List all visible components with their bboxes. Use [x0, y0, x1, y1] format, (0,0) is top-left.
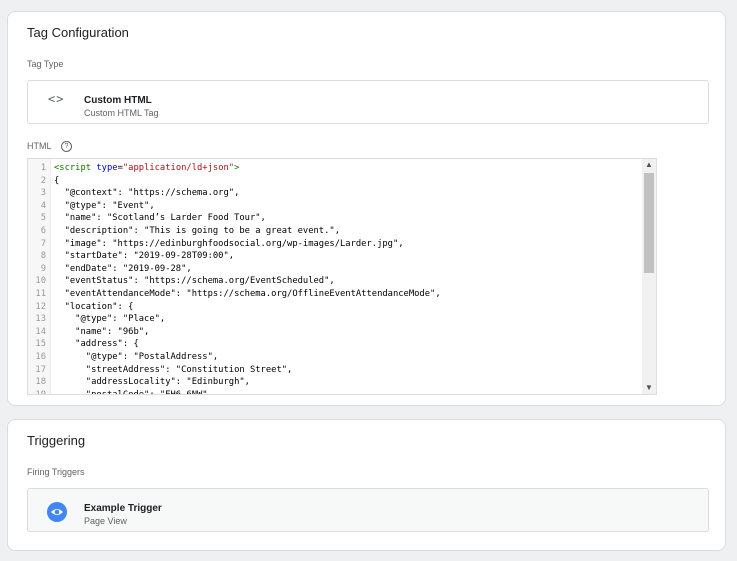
trigger-tile[interactable]: Example Trigger Page View — [27, 488, 709, 532]
tag-type-name: Custom HTML — [84, 95, 152, 106]
editor-scrollbar[interactable]: ▲ ▼ — [642, 159, 656, 394]
code-icon: <> — [48, 92, 65, 106]
scroll-thumb[interactable] — [644, 173, 654, 273]
code-token: "@type": "PostalAddress", — [54, 351, 219, 362]
code-line[interactable]: 9 "endDate": "2019-09-28", — [28, 263, 642, 276]
eye-icon — [47, 502, 67, 522]
code-token: "eventAttendanceMode": "https://schema.o… — [54, 288, 441, 299]
code-token: "name": "Scotland’s Larder Food Tour", — [54, 213, 266, 224]
help-icon[interactable]: ? — [61, 141, 72, 152]
line-number: 18 — [35, 377, 46, 388]
line-number: 4 — [40, 200, 46, 211]
trigger-type: Page View — [84, 516, 127, 526]
code-line[interactable]: 17 "streetAddress": "Constitution Street… — [28, 364, 642, 377]
code-token: "address": { — [54, 339, 139, 350]
tag-configuration-title: Tag Configuration — [27, 25, 129, 40]
line-number: 7 — [40, 238, 46, 249]
line-number: 17 — [35, 364, 46, 375]
code-line[interactable]: 2{ — [28, 175, 642, 188]
line-number: 15 — [35, 339, 46, 350]
code-line[interactable]: 15 "address": { — [28, 338, 642, 351]
code-token: "postalCode": "EH6 6NW", — [54, 389, 213, 395]
code-line[interactable]: 1 <script type="application/ld+json"> — [28, 162, 642, 175]
code-line[interactable]: 12 "location": { — [28, 301, 642, 314]
code-line[interactable]: 5 "name": "Scotland’s Larder Food Tour", — [28, 212, 642, 225]
tag-type-subtitle: Custom HTML Tag — [84, 108, 159, 118]
code-token: "@type": "Event", — [54, 200, 155, 211]
line-number: 1 — [40, 163, 46, 173]
code-token: "application/ld+json" — [122, 163, 235, 173]
tag-configuration-card: Tag Configuration Tag Type <> Custom HTM… — [7, 11, 726, 406]
line-number: 11 — [35, 288, 46, 299]
code-line[interactable]: 4 "@type": "Event", — [28, 200, 642, 213]
code-token: "streetAddress": "Constitution Street", — [54, 364, 293, 375]
triggering-card: Triggering Firing Triggers Example Trigg… — [7, 419, 726, 551]
code-token: "eventStatus": "https://schema.org/Event… — [54, 276, 335, 287]
code-line[interactable]: 3 "@context": "https://schema.org", — [28, 187, 642, 200]
line-number: 14 — [35, 326, 46, 337]
line-number: 9 — [40, 263, 46, 274]
code-token: "endDate": "2019-09-28", — [54, 263, 192, 274]
code-line[interactable]: 18 "addressLocality": "Edinburgh", — [28, 376, 642, 389]
code-token: "name": "96b", — [54, 326, 150, 337]
line-number: 6 — [40, 225, 46, 236]
code-line[interactable]: 11 "eventAttendanceMode": "https://schem… — [28, 288, 642, 301]
code-line[interactable]: 19 "postalCode": "EH6 6NW", — [28, 389, 642, 395]
code-token: "startDate": "2019-09-28T09:00", — [54, 251, 235, 262]
line-number: 5 — [40, 213, 46, 224]
code-token: <script — [54, 163, 97, 173]
line-number: 19 — [35, 389, 46, 395]
code-line[interactable]: 14 "name": "96b", — [28, 326, 642, 339]
firing-triggers-label: Firing Triggers — [27, 467, 85, 477]
code-lines[interactable]: 1 <script type="application/ld+json"> 2{3 … — [28, 162, 642, 395]
code-token: "@context": "https://schema.org", — [54, 188, 240, 199]
line-number: 10 — [35, 276, 46, 287]
html-code-editor[interactable]: 1 <script type="application/ld+json"> 2{3 … — [27, 158, 657, 395]
tag-type-tile[interactable]: <> Custom HTML Custom HTML Tag — [27, 80, 709, 124]
code-token: "location": { — [54, 301, 134, 312]
code-line[interactable]: 6 "description": "This is going to be a … — [28, 225, 642, 238]
code-line[interactable]: 7 "image": "https://edinburghfoodsocial.… — [28, 238, 642, 251]
html-label: HTML — [27, 141, 52, 151]
code-line[interactable]: 8 "startDate": "2019-09-28T09:00", — [28, 250, 642, 263]
line-number: 2 — [40, 175, 46, 186]
scroll-up-icon[interactable]: ▲ — [642, 159, 656, 171]
scroll-down-icon[interactable]: ▼ — [642, 382, 656, 394]
line-number: 13 — [35, 314, 46, 325]
triggering-title: Triggering — [27, 433, 86, 448]
code-token: "description": "This is going to be a gr… — [54, 225, 340, 236]
code-token: "image": "https://edinburghfoodsocial.or… — [54, 238, 404, 249]
code-line[interactable]: 13 "@type": "Place", — [28, 313, 642, 326]
code-token: "@type": "Place", — [54, 314, 166, 325]
line-number: 3 — [40, 188, 46, 199]
line-number: 12 — [35, 301, 46, 312]
code-token: type — [96, 163, 118, 173]
code-token: "addressLocality": "Edinburgh", — [54, 377, 250, 388]
tag-type-label: Tag Type — [27, 59, 64, 69]
code-line[interactable]: 10 "eventStatus": "https://schema.org/Ev… — [28, 275, 642, 288]
line-number: 8 — [40, 251, 46, 262]
code-token: > — [234, 163, 240, 173]
line-number: 16 — [35, 351, 46, 362]
code-line[interactable]: 16 "@type": "PostalAddress", — [28, 351, 642, 364]
code-token: { — [54, 175, 60, 186]
trigger-name: Example Trigger — [84, 503, 162, 514]
